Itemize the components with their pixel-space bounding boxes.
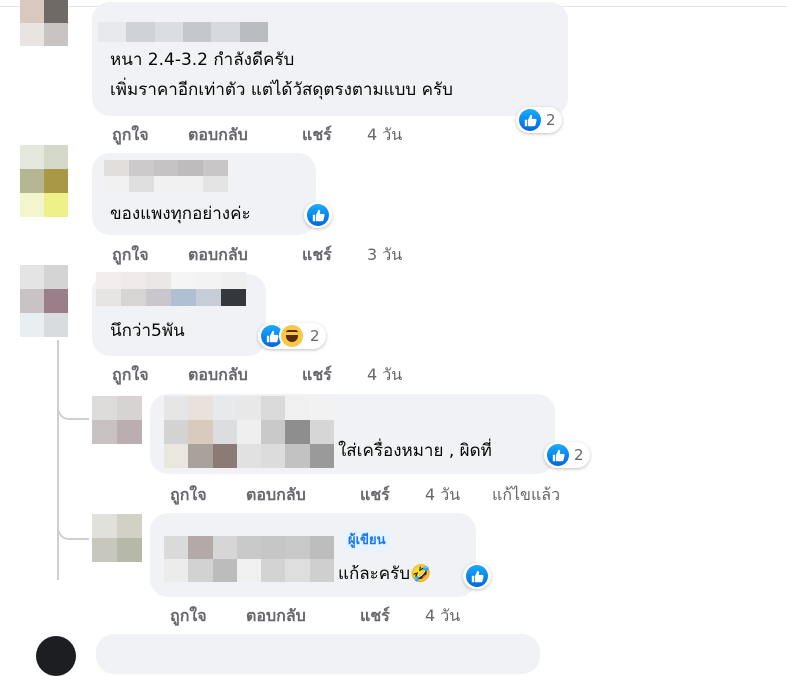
reaction-summary[interactable]: 2 (544, 442, 590, 468)
reaction-count: 2 (310, 327, 320, 345)
haha-icon (279, 323, 305, 349)
share-button[interactable]: แชร์ (302, 243, 332, 268)
comment-text: ใส่เครื่องหมาย , ผิดที่ (338, 441, 492, 461)
reaction-count: 2 (546, 111, 556, 129)
like-icon (307, 204, 329, 226)
reply-button[interactable]: ตอบกลับ (188, 123, 248, 148)
comment-actions: ถูกใจ ตอบกลับ แชร์ 3 วัน (112, 243, 432, 267)
avatar[interactable] (20, 265, 68, 337)
reply-button[interactable]: ตอบกลับ (246, 483, 306, 508)
like-icon (519, 109, 541, 131)
avatar[interactable] (92, 514, 142, 562)
author-badge: ผู้เขียน (342, 530, 392, 552)
share-button[interactable]: แชร์ (302, 363, 332, 388)
comment-text: แก้ละครับ🤣 (338, 564, 432, 584)
like-button[interactable]: ถูกใจ (112, 123, 149, 148)
edited-label: แก้ไขแล้ว (492, 485, 561, 504)
avatar[interactable] (20, 0, 68, 46)
like-button[interactable]: ถูกใจ (112, 243, 149, 268)
reaction-summary[interactable] (304, 202, 332, 228)
timestamp[interactable]: 3 วัน (367, 243, 402, 268)
commenter-name[interactable] (104, 160, 228, 192)
timestamp[interactable]: 4 วัน (367, 363, 402, 388)
comment-actions: ถูกใจ ตอบกลับ แชร์ 4 วัน (112, 123, 432, 147)
reaction-count: 2 (574, 446, 584, 464)
share-button[interactable]: แชร์ (302, 123, 332, 148)
avatar[interactable] (92, 396, 142, 444)
like-button[interactable]: ถูกใจ (170, 483, 207, 508)
commenter-name[interactable] (98, 22, 268, 42)
like-button[interactable]: ถูกใจ (170, 604, 207, 629)
like-icon (547, 444, 569, 466)
comment-text: ของแพงทุกอย่างค่ะ (110, 204, 251, 224)
reply-connector (57, 518, 89, 540)
reaction-summary[interactable]: 2 (516, 107, 562, 133)
avatar[interactable] (36, 636, 76, 676)
reply-connector (57, 398, 89, 420)
timestamp[interactable]: 4 วัน (425, 483, 460, 508)
reaction-summary[interactable]: 2 (258, 323, 326, 349)
comment-actions: ถูกใจ ตอบกลับ แชร์ 4 วัน แก้ไขแล้ว (170, 483, 610, 507)
reply-button[interactable]: ตอบกลับ (246, 604, 306, 629)
comment-actions: ถูกใจ ตอบกลับ แชร์ 4 วัน (112, 363, 432, 387)
share-button[interactable]: แชร์ (360, 483, 390, 508)
comment-bubble (96, 634, 540, 674)
share-button[interactable]: แชร์ (360, 604, 390, 629)
like-button[interactable]: ถูกใจ (112, 363, 149, 388)
comment-text: หนา 2.4-3.2 กำลังดีครับ (110, 50, 295, 70)
avatar[interactable] (20, 145, 68, 217)
timestamp[interactable]: 4 วัน (367, 123, 402, 148)
comment-text: เพิ่มราคาอีกเท่าตัว แต่ได้วัสดุตรงตามแบบ… (110, 80, 453, 100)
reply-thread-line (57, 340, 59, 580)
commenter-name[interactable] (164, 536, 334, 582)
comment-text: นึกว่า5พัน (110, 321, 185, 341)
commenter-name[interactable] (96, 272, 246, 306)
reaction-summary[interactable] (463, 563, 491, 589)
like-icon (466, 565, 488, 587)
comment-actions: ถูกใจ ตอบกลับ แชร์ 4 วัน (170, 604, 490, 628)
reply-button[interactable]: ตอบกลับ (188, 363, 248, 388)
reply-button[interactable]: ตอบกลับ (188, 243, 248, 268)
timestamp[interactable]: 4 วัน (425, 604, 460, 629)
commenter-name[interactable] (164, 396, 334, 468)
